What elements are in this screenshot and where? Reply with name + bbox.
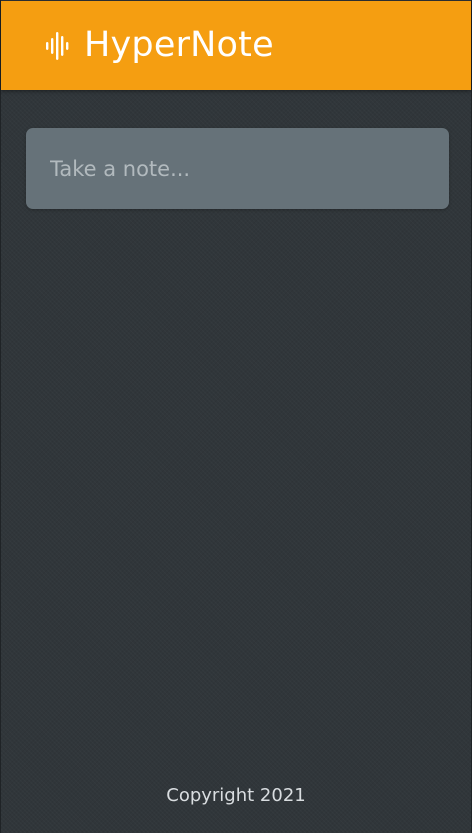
note-input[interactable]	[26, 128, 449, 209]
app-title: HyperNote	[84, 25, 274, 65]
footer: Copyright 2021	[1, 785, 471, 806]
audio-wave-icon	[45, 31, 71, 61]
copyright-text: Copyright 2021	[166, 785, 306, 806]
app-header: HyperNote	[1, 0, 471, 90]
note-form	[26, 128, 449, 209]
